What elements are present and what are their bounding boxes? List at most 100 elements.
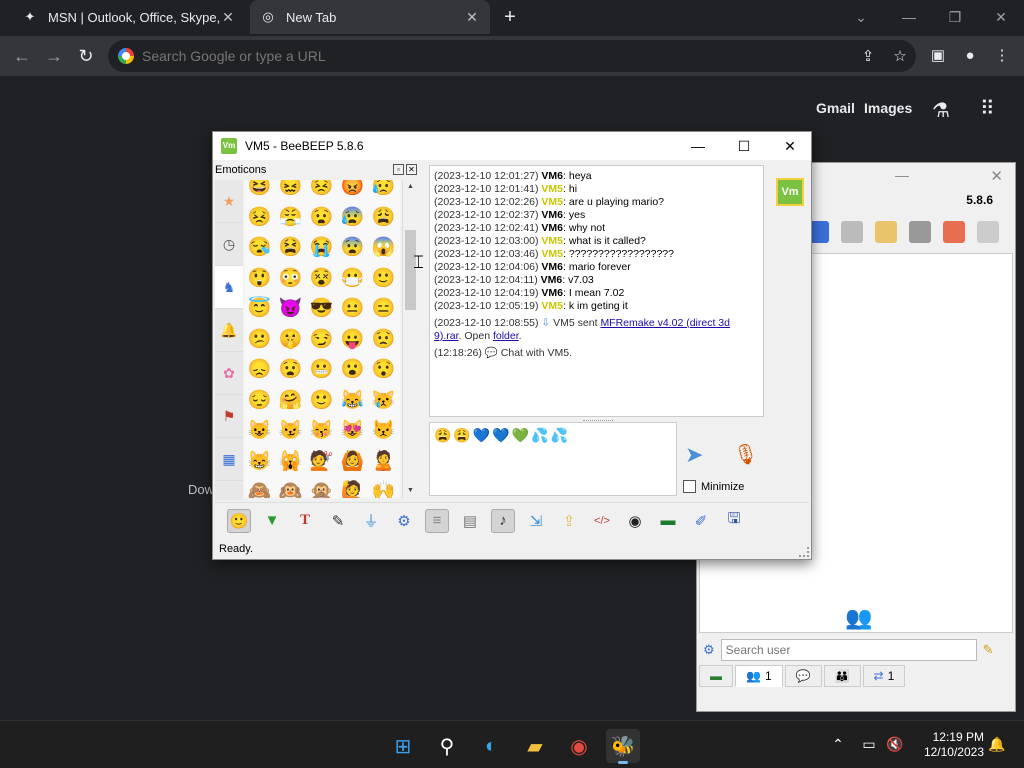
category-people[interactable]: ♞	[215, 266, 243, 309]
record-icon[interactable]: ▬	[656, 509, 680, 533]
minimize-button[interactable]: —	[895, 167, 909, 183]
tab-close-icon[interactable]: ✕	[464, 9, 480, 26]
user-badge[interactable]: Vm	[776, 178, 804, 206]
notifications-bell-icon[interactable]: 🔔	[986, 733, 1008, 755]
bookmark-star-icon[interactable]: ☆	[884, 47, 916, 65]
emoticon-cell[interactable]: 😿	[368, 386, 399, 417]
tab-search-icon[interactable]: ⌄	[838, 4, 884, 30]
filter-icon[interactable]: ⏚	[359, 509, 383, 533]
download-icon[interactable]: ▼	[260, 509, 284, 533]
emoticon-cell[interactable]: 😭	[306, 233, 337, 264]
minimize-button[interactable]: —	[675, 132, 721, 160]
menu-kebab-icon[interactable]: ⋮	[990, 44, 1014, 68]
close-button[interactable]: ✕	[767, 132, 813, 160]
emoticon-cell[interactable]: 😮	[337, 355, 368, 386]
labs-flask-icon[interactable]: ⚗	[932, 98, 950, 123]
chrome-icon[interactable]: ◉	[562, 729, 596, 763]
tab-new-tab[interactable]: ◎ New Tab ✕	[250, 0, 490, 34]
address-bar[interactable]: ⇪ ☆	[108, 40, 916, 72]
emoticon-cell[interactable]: 😲	[244, 264, 275, 295]
emoticon-cell[interactable]: 😆	[244, 180, 275, 203]
emoticon-cell[interactable]: 🙎	[368, 447, 399, 478]
emoticon-cell[interactable]: 💇	[306, 447, 337, 478]
emoticon-cell[interactable]: 😑	[368, 294, 399, 325]
emoticon-cell[interactable]: 😡	[337, 180, 368, 203]
volume-muted-icon[interactable]: 🔇	[884, 733, 906, 755]
category-recent[interactable]: ◷	[215, 223, 243, 266]
network-icon[interactable]: ▭	[858, 733, 880, 755]
share-icon[interactable]: ⇪	[852, 47, 884, 65]
emoticon-cell[interactable]: 😧	[275, 355, 306, 386]
tab-close-icon[interactable]: ✕	[220, 9, 236, 26]
emoticon-cell[interactable]: 😤	[275, 203, 306, 234]
float-panel-icon[interactable]: ▫	[393, 164, 404, 175]
emoticon-cell[interactable]: 😾	[368, 416, 399, 447]
settings-gear-icon[interactable]: ⚙	[703, 642, 715, 658]
emoticon-cell[interactable]: 🙆	[337, 447, 368, 478]
emoticon-cell[interactable]: 😧	[306, 203, 337, 234]
emoticon-cell[interactable]: 😛	[337, 325, 368, 356]
emoticon-cell[interactable]: 😰	[337, 203, 368, 234]
emoticon-cell[interactable]: 🙉	[275, 477, 306, 498]
category-symbols[interactable]: ▦	[215, 438, 243, 481]
emoticon-cell[interactable]: 😱	[368, 233, 399, 264]
file-link-cont[interactable]: 9).rar	[434, 330, 459, 342]
close-panel-icon[interactable]: ✕	[406, 164, 417, 175]
emoticon-cell[interactable]: 😎	[306, 294, 337, 325]
scroll-down-icon[interactable]: ▼	[403, 484, 418, 498]
emoticon-cell[interactable]: 😼	[275, 416, 306, 447]
emoticon-cell[interactable]: 😏	[306, 325, 337, 356]
html-icon[interactable]: </>	[590, 509, 614, 533]
emoticon-cell[interactable]: 🙈	[244, 477, 275, 498]
minimize-button[interactable]: —	[886, 4, 932, 30]
category-objects[interactable]: 🔔	[215, 309, 243, 352]
edit-icon[interactable]	[875, 221, 897, 243]
trash-icon[interactable]	[977, 221, 999, 243]
settings-icon[interactable]: ⚙	[392, 509, 416, 533]
minimize-option[interactable]: Minimize	[683, 480, 744, 493]
close-button[interactable]: ✕	[990, 167, 1003, 185]
emoticon-cell[interactable]: 😈	[275, 294, 306, 325]
font-icon[interactable]: T	[293, 509, 317, 533]
file-link[interactable]: MFRemake v4.02 (direct 3d	[600, 317, 730, 329]
emoticon-cell[interactable]: 😞	[244, 355, 275, 386]
emoticon-cell[interactable]: 😬	[306, 355, 337, 386]
emoticon-cell[interactable]: 😥	[368, 180, 399, 203]
emoticon-cell[interactable]: 😺	[244, 416, 275, 447]
emoticon-cell[interactable]: 😣	[244, 203, 275, 234]
emoticon-cell[interactable]: 😔	[244, 386, 275, 417]
beebeep-icon[interactable]: 🐝	[606, 729, 640, 764]
emoticon-cell[interactable]: 😯	[368, 355, 399, 386]
emoticon-icon[interactable]: 🙂	[227, 508, 251, 533]
screenshot-icon[interactable]: ◉	[623, 509, 647, 533]
tab-chats[interactable]: 💬	[784, 665, 822, 687]
emoticon-cell[interactable]: 😫	[275, 233, 306, 264]
emoticon-cell[interactable]: 🤗	[275, 386, 306, 417]
emoticon-cell[interactable]: 😵	[306, 264, 337, 295]
emoticon-cell[interactable]: 🤫	[275, 325, 306, 356]
note-icon[interactable]: ♪	[491, 508, 515, 533]
tab-users[interactable]: 👥 1	[735, 665, 783, 687]
abbreviation-icon[interactable]: ▤	[458, 509, 482, 533]
emoticon-cell[interactable]: 😐	[337, 294, 368, 325]
system-clock[interactable]: 12:19 PM 12/10/2023	[914, 730, 984, 760]
new-tab-button[interactable]: +	[498, 6, 522, 30]
emoticon-cell[interactable]: 😖	[275, 180, 306, 203]
emoticon-cell[interactable]: 🙊	[306, 477, 337, 498]
emoticon-cell[interactable]: 😽	[306, 416, 337, 447]
message-compose[interactable]: 😩😩💙💙💚💦💦	[429, 422, 677, 496]
spellcheck-icon[interactable]: ≡	[425, 508, 449, 533]
update-icon[interactable]	[943, 221, 965, 243]
emoticon-cell[interactable]: 😹	[337, 386, 368, 417]
images-link[interactable]: Images	[864, 100, 912, 116]
emoticon-cell[interactable]: 😩	[368, 203, 399, 234]
save-icon[interactable]: 🖫	[722, 509, 746, 533]
emoticon-cell[interactable]: 😪	[244, 233, 275, 264]
message-icon[interactable]	[841, 221, 863, 243]
tab-msn[interactable]: ✦ MSN | Outlook, Office, Skype, Bi ✕	[12, 0, 246, 34]
restore-button[interactable]: ❐	[932, 4, 978, 30]
emoticon-cell[interactable]: 😸	[244, 447, 275, 478]
emoticon-scrollbar[interactable]: ▲ ▼	[402, 180, 417, 498]
emoticon-cell[interactable]: 🙂	[368, 264, 399, 295]
show-hidden-icons-icon[interactable]: ⌃	[827, 733, 849, 755]
